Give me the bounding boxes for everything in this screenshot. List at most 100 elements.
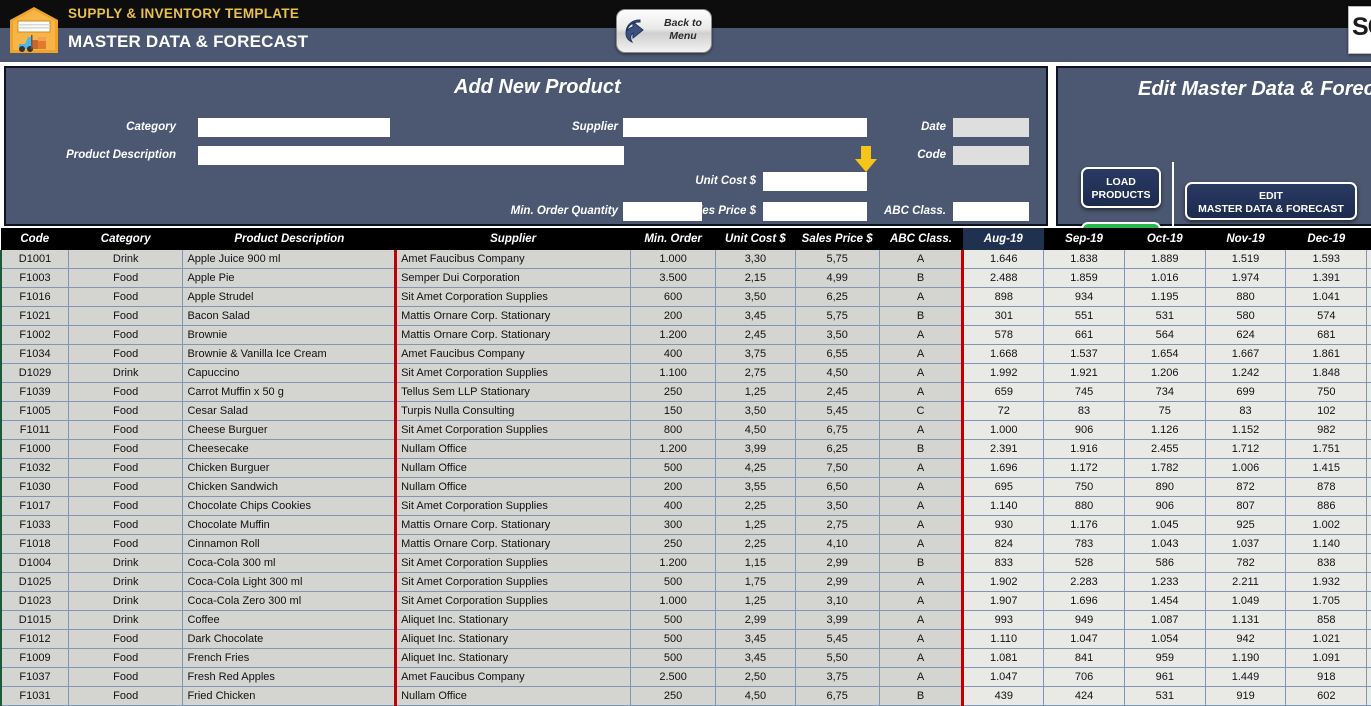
table-row[interactable]: F1031 Food Fried Chicken Nullam Office 250 4,… <box>0 686 1371 706</box>
cell-unit-cost[interactable]: 3,45 <box>715 306 796 326</box>
cell-product-description[interactable]: Coca-Cola 300 ml <box>182 553 397 573</box>
table-row[interactable]: F1002 Food Brownie Mattis Ornare Corp. Stat… <box>0 325 1371 345</box>
cell-abc-class[interactable]: A <box>879 325 964 345</box>
cell-supplier[interactable]: Mattis Ornare Corp. Stationary <box>394 534 632 554</box>
cell-min-order[interactable]: 150 <box>630 401 717 421</box>
cell-aug-19[interactable]: 659 <box>961 382 1045 402</box>
cell-oct-19[interactable]: 586 <box>1124 553 1206 573</box>
cell-product-description[interactable]: Cinnamon Roll <box>182 534 397 554</box>
cell-product-description[interactable]: Brownie <box>182 325 397 345</box>
cell-code[interactable]: D1023 <box>0 591 69 611</box>
cell-category[interactable]: Food <box>68 420 184 440</box>
cell-sales-price[interactable]: 5,50 <box>795 648 880 668</box>
cell-dec-19[interactable]: 681 <box>1285 325 1368 345</box>
cell-abc-class[interactable]: A <box>879 515 964 535</box>
cell-sep-19[interactable]: 424 <box>1043 686 1125 706</box>
cell-dec-19[interactable]: 918 <box>1285 667 1368 687</box>
table-row[interactable]: F1016 Food Apple Strudel Sit Amet Corporati… <box>0 287 1371 307</box>
cell-sales-price[interactable]: 3,10 <box>795 591 880 611</box>
cell-sep-19[interactable]: 551 <box>1043 306 1125 326</box>
cell-jan-20[interactable]: 904 <box>1366 534 1371 554</box>
cell-dec-19[interactable]: 1.705 <box>1285 591 1368 611</box>
cell-oct-19[interactable]: 1.043 <box>1124 534 1206 554</box>
cell-abc-class[interactable]: B <box>879 686 964 706</box>
cell-dec-19[interactable]: 102 <box>1285 401 1368 421</box>
cell-sales-price[interactable]: 3,50 <box>795 496 880 516</box>
cell-abc-class[interactable]: A <box>879 363 964 383</box>
cell-min-order[interactable]: 400 <box>630 496 717 516</box>
table-row[interactable]: F1011 Food Cheese Burguer Sit Amet Corporat… <box>0 420 1371 440</box>
cell-abc-class[interactable]: B <box>879 306 964 326</box>
cell-min-order[interactable]: 500 <box>630 610 717 630</box>
cell-aug-19[interactable]: 2.488 <box>961 268 1045 288</box>
cell-product-description[interactable]: Chicken Sandwich <box>182 477 397 497</box>
cell-category[interactable]: Food <box>68 306 184 326</box>
cell-oct-19[interactable]: 906 <box>1124 496 1206 516</box>
cell-jan-20[interactable]: 606 <box>1366 477 1371 497</box>
table-row[interactable]: D1025 Drink Coca-Cola Light 300 ml Sit Amet… <box>0 572 1371 592</box>
cell-product-description[interactable]: Fried Chicken <box>182 686 397 706</box>
cell-code[interactable]: F1030 <box>0 477 69 497</box>
cell-supplier[interactable]: Mattis Ornare Corp. Stationary <box>394 306 632 326</box>
cell-category[interactable]: Food <box>68 401 184 421</box>
cell-aug-19[interactable]: 1.668 <box>961 344 1045 364</box>
cell-nov-19[interactable]: 1.449 <box>1205 667 1287 687</box>
cell-code[interactable]: F1002 <box>0 325 69 345</box>
table-row[interactable]: F1039 Food Carrot Muffin x 50 g Tellus Sem … <box>0 382 1371 402</box>
cell-code[interactable]: F1033 <box>0 515 69 535</box>
cell-sales-price[interactable]: 5,45 <box>795 629 880 649</box>
table-row[interactable]: F1005 Food Cesar Salad Turpis Nulla Consult… <box>0 401 1371 421</box>
cell-min-order[interactable]: 500 <box>630 648 717 668</box>
cell-jan-20[interactable]: 1.090 <box>1366 287 1371 307</box>
cell-aug-19[interactable]: 695 <box>961 477 1045 497</box>
cell-aug-19[interactable]: 1.992 <box>961 363 1045 383</box>
cell-nov-19[interactable]: 2.211 <box>1205 572 1287 592</box>
cell-abc-class[interactable]: A <box>879 287 964 307</box>
cell-jan-20[interactable]: 1.501 <box>1366 344 1371 364</box>
cell-category[interactable]: Drink <box>68 591 184 611</box>
cell-nov-19[interactable]: 699 <box>1205 382 1287 402</box>
cell-jan-20[interactable]: 760 <box>1366 667 1371 687</box>
cell-sales-price[interactable]: 6,25 <box>795 439 880 459</box>
cell-product-description[interactable]: Capuccino <box>182 363 397 383</box>
cell-category[interactable]: Food <box>68 648 184 668</box>
cell-category[interactable]: Food <box>68 629 184 649</box>
cell-min-order[interactable]: 800 <box>630 420 717 440</box>
cell-unit-cost[interactable]: 1,25 <box>715 515 796 535</box>
column-header-supplier[interactable]: Supplier <box>395 228 631 250</box>
cell-supplier[interactable]: Mattis Ornare Corp. Stationary <box>394 515 632 535</box>
cell-sep-19[interactable]: 661 <box>1043 325 1125 345</box>
table-row[interactable]: F1037 Food Fresh Red Apples Amet Faucibus C… <box>0 667 1371 687</box>
cell-dec-19[interactable]: 750 <box>1285 382 1368 402</box>
cell-code[interactable]: F1012 <box>0 629 69 649</box>
cell-jan-20[interactable]: 822 <box>1366 553 1371 573</box>
cell-supplier[interactable]: Sit Amet Corporation Supplies <box>394 420 632 440</box>
cell-dec-19[interactable]: 1.002 <box>1285 515 1368 535</box>
cell-jan-20[interactable]: 927 <box>1366 648 1371 668</box>
cell-abc-class[interactable]: A <box>879 250 964 269</box>
cell-min-order[interactable]: 250 <box>630 686 717 706</box>
cell-product-description[interactable]: Dark Chocolate <box>182 629 397 649</box>
cell-dec-19[interactable]: 858 <box>1285 610 1368 630</box>
cell-sales-price[interactable]: 2,45 <box>795 382 880 402</box>
cell-unit-cost[interactable]: 3,75 <box>715 344 796 364</box>
cell-abc-class[interactable]: A <box>879 648 964 668</box>
cell-aug-19[interactable]: 930 <box>961 515 1045 535</box>
cell-aug-19[interactable]: 1.902 <box>961 572 1045 592</box>
cell-supplier[interactable]: Mattis Ornare Corp. Stationary <box>394 325 632 345</box>
cell-jan-20[interactable]: 814 <box>1366 420 1371 440</box>
cell-oct-19[interactable]: 531 <box>1124 686 1206 706</box>
table-row[interactable]: D1015 Drink Coffee Aliquet Inc. Stationary 5… <box>0 610 1371 630</box>
cell-nov-19[interactable]: 624 <box>1205 325 1287 345</box>
cell-dec-19[interactable]: 602 <box>1285 686 1368 706</box>
cell-min-order[interactable]: 500 <box>630 572 717 592</box>
cell-category[interactable]: Food <box>68 458 184 478</box>
cell-sep-19[interactable]: 1.859 <box>1043 268 1125 288</box>
cell-unit-cost[interactable]: 3,45 <box>715 629 796 649</box>
cell-product-description[interactable]: Chocolate Chips Cookies <box>182 496 397 516</box>
cell-abc-class[interactable]: A <box>879 572 964 592</box>
column-header-jan-20[interactable]: Jan-20 <box>1366 228 1371 250</box>
cell-aug-19[interactable]: 72 <box>961 401 1045 421</box>
cell-sales-price[interactable]: 3,99 <box>795 610 880 630</box>
cell-product-description[interactable]: Cheese Burguer <box>182 420 397 440</box>
